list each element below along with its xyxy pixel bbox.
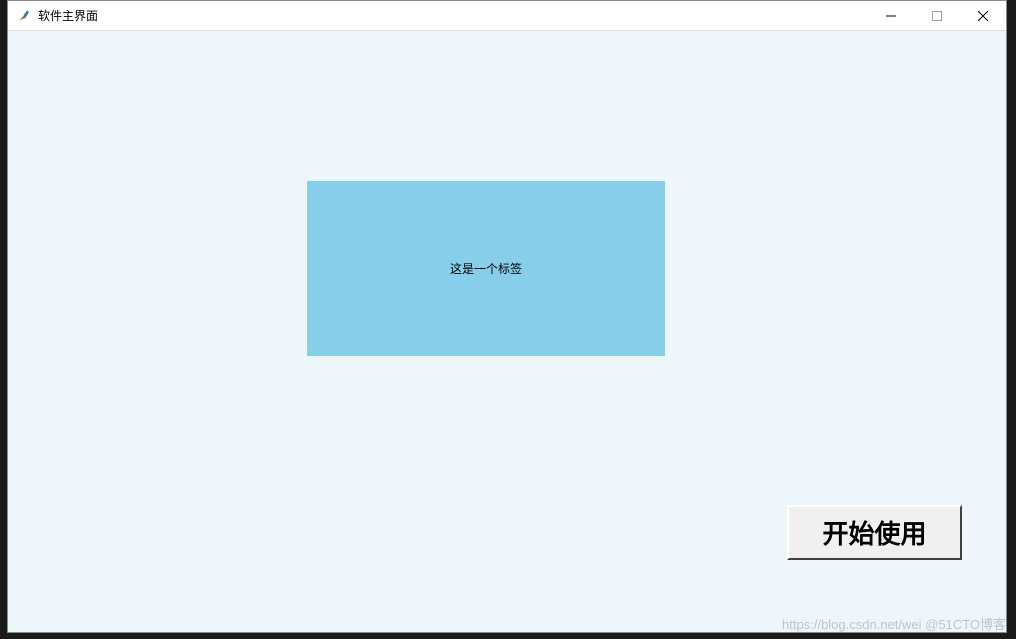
app-icon: [16, 8, 32, 24]
start-button[interactable]: 开始使用: [787, 505, 962, 560]
application-window: 软件主界面 这是一个标签 开始使用: [7, 0, 1007, 633]
info-label: 这是一个标签: [307, 181, 665, 356]
watermark-text: https://blog.csdn.net/wei @51CTO博客: [782, 614, 1006, 633]
window-title: 软件主界面: [38, 7, 98, 24]
titlebar[interactable]: 软件主界面: [8, 1, 1006, 31]
close-button[interactable]: [960, 1, 1006, 30]
client-area: 这是一个标签 开始使用: [8, 31, 1006, 632]
minimize-button[interactable]: [868, 1, 914, 30]
window-controls: [868, 1, 1006, 30]
maximize-button[interactable]: [914, 1, 960, 30]
